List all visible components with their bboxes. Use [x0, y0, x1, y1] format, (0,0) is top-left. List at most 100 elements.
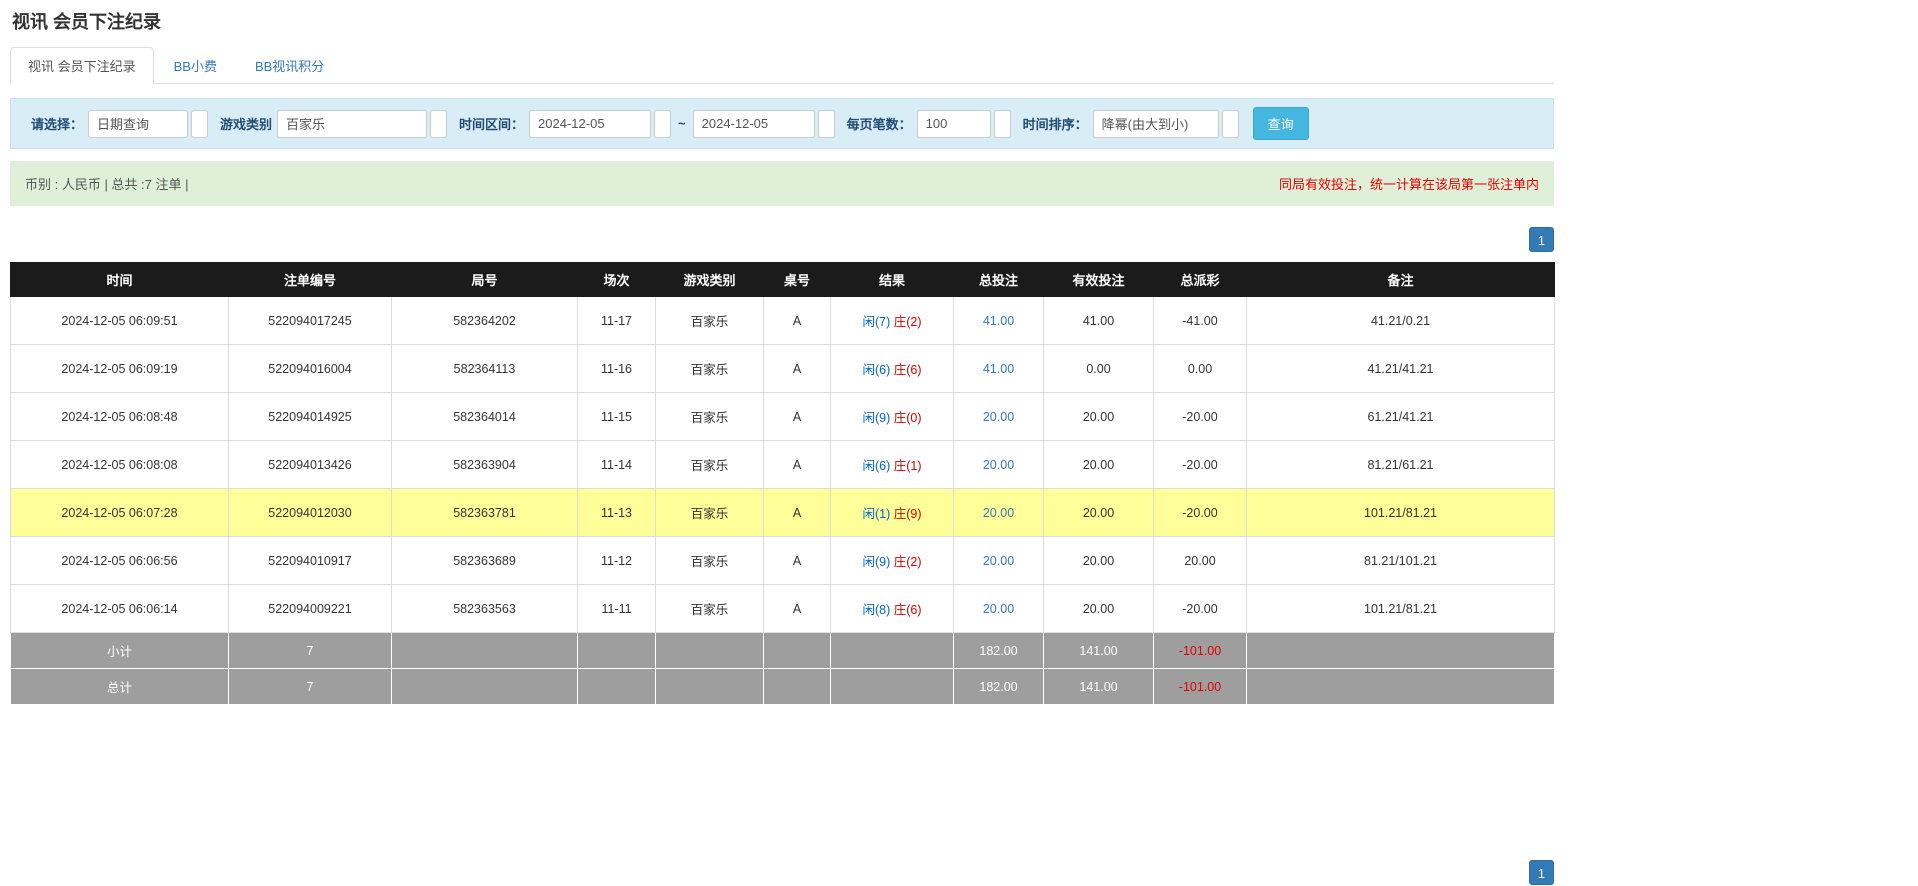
page: 视讯 会员下注纪录 视讯 会员下注纪录 BB小费 BB视讯积分 请选择： 游戏类… [0, 0, 1564, 885]
betting-records-table: 时间 注单编号 局号 场次 游戏类别 桌号 结果 总投注 有效投注 总派彩 备注… [10, 262, 1555, 705]
cell-round-id: 582364113 [392, 345, 578, 393]
col-payout: 总派彩 [1154, 263, 1247, 297]
table-row: 2024-12-05 06:06:56522094010917582363689… [11, 537, 1555, 585]
sort-order-input[interactable] [1093, 110, 1219, 138]
tab-bar: 视讯 会员下注纪录 BB小费 BB视讯积分 [10, 47, 1554, 84]
cell-valid-bet: 20.00 [1044, 441, 1154, 489]
total-bet-link[interactable]: 41.00 [983, 362, 1014, 376]
total-bet-link[interactable]: 20.00 [983, 410, 1014, 424]
cell-result: 闲(6) 庄(1) [831, 441, 954, 489]
cell-time: 2024-12-05 06:09:51 [11, 297, 229, 345]
cell-total-bet: 20.00 [954, 585, 1044, 633]
total-bet-link[interactable]: 20.00 [983, 602, 1014, 616]
summary-currency-count: 币别 : 人民币 | 总共 :7 注单 | [25, 174, 189, 193]
cell-bet-id: 522094016004 [229, 345, 392, 393]
cell-table-no: A [764, 393, 831, 441]
date-to-dropdown-toggle[interactable] [818, 110, 835, 138]
subtotal-count: 7 [229, 633, 392, 669]
date-from-input[interactable] [529, 110, 651, 138]
query-type-label: 请选择： [31, 114, 83, 133]
cell-session: 11-17 [578, 297, 656, 345]
table-body: 2024-12-05 06:09:51522094017245582364202… [11, 297, 1555, 633]
cell-payout: -20.00 [1154, 585, 1247, 633]
col-remark: 备注 [1247, 263, 1555, 297]
empty-cell [392, 669, 578, 705]
total-bet-link[interactable]: 20.00 [983, 458, 1014, 472]
cell-round-id: 582364014 [392, 393, 578, 441]
subtotal-total-bet: 182.00 [954, 633, 1044, 669]
result-player: 闲(6) [862, 459, 890, 473]
total-valid-bet: 141.00 [1044, 669, 1154, 705]
result-player: 闲(7) [862, 315, 890, 329]
page-size-input[interactable] [917, 110, 991, 138]
empty-cell [764, 669, 831, 705]
cell-total-bet: 20.00 [954, 537, 1044, 585]
total-bet-link[interactable]: 20.00 [983, 554, 1014, 568]
date-from-dropdown-toggle[interactable] [654, 110, 671, 138]
cell-valid-bet: 20.00 [1044, 537, 1154, 585]
result-banker: 庄(6) [894, 603, 922, 617]
cell-result: 闲(1) 庄(9) [831, 489, 954, 537]
cell-total-bet: 41.00 [954, 297, 1044, 345]
cell-valid-bet: 20.00 [1044, 585, 1154, 633]
cell-valid-bet: 20.00 [1044, 393, 1154, 441]
cell-bet-id: 522094014925 [229, 393, 392, 441]
cell-result: 闲(6) 庄(6) [831, 345, 954, 393]
cell-round-id: 582363781 [392, 489, 578, 537]
search-button[interactable]: 查询 [1253, 107, 1309, 140]
date-range-separator: ~ [678, 116, 686, 131]
page-1-button-bottom[interactable]: 1 [1529, 860, 1554, 885]
tab-bb-video-points[interactable]: BB视讯积分 [237, 47, 342, 84]
col-table-no: 桌号 [764, 263, 831, 297]
cell-game-type: 百家乐 [656, 393, 764, 441]
col-bet-id: 注单编号 [229, 263, 392, 297]
cell-time: 2024-12-05 06:08:08 [11, 441, 229, 489]
pagination-top: 1 [10, 227, 1554, 252]
col-round-id: 局号 [392, 263, 578, 297]
tab-bb-tips[interactable]: BB小费 [156, 47, 235, 84]
empty-cell [656, 669, 764, 705]
cell-table-no: A [764, 489, 831, 537]
empty-cell [578, 669, 656, 705]
query-type-dropdown-toggle[interactable] [191, 110, 208, 138]
page-size-dropdown-toggle[interactable] [994, 110, 1011, 138]
col-session: 场次 [578, 263, 656, 297]
cell-payout: -41.00 [1154, 297, 1247, 345]
game-type-input[interactable] [277, 110, 427, 138]
date-to-input[interactable] [693, 110, 815, 138]
total-count: 7 [229, 669, 392, 705]
cell-result: 闲(9) 庄(2) [831, 537, 954, 585]
table-header-row: 时间 注单编号 局号 场次 游戏类别 桌号 结果 总投注 有效投注 总派彩 备注 [11, 263, 1555, 297]
empty-cell [578, 633, 656, 669]
game-type-dropdown-toggle[interactable] [430, 110, 447, 138]
total-payout: -101.00 [1154, 669, 1247, 705]
subtotal-label: 小计 [11, 633, 229, 669]
total-row: 总计 7 182.00 141.00 -101.00 [11, 669, 1555, 705]
empty-cell [831, 669, 954, 705]
page-1-button-top[interactable]: 1 [1529, 227, 1554, 252]
tab-betting-records[interactable]: 视讯 会员下注纪录 [10, 47, 154, 84]
cell-game-type: 百家乐 [656, 441, 764, 489]
cell-remark: 41.21/0.21 [1247, 297, 1555, 345]
cell-time: 2024-12-05 06:06:56 [11, 537, 229, 585]
table-row: 2024-12-05 06:07:28522094012030582363781… [11, 489, 1555, 537]
cell-result: 闲(9) 庄(0) [831, 393, 954, 441]
col-time: 时间 [11, 263, 229, 297]
cell-payout: -20.00 [1154, 393, 1247, 441]
cell-round-id: 582363904 [392, 441, 578, 489]
result-player: 闲(8) [862, 603, 890, 617]
filter-bar: 请选择： 游戏类别 时间区间： ~ 每页笔数： 时间排序： 查询 [10, 98, 1554, 149]
pagination-bottom: 1 [10, 860, 1554, 885]
total-bet-link[interactable]: 41.00 [983, 314, 1014, 328]
subtotal-valid-bet: 141.00 [1044, 633, 1154, 669]
query-type-input[interactable] [88, 110, 188, 138]
cell-payout: -20.00 [1154, 441, 1247, 489]
cell-remark: 81.21/61.21 [1247, 441, 1555, 489]
summary-note: 同局有效投注，统一计算在该局第一张注单内 [1279, 174, 1539, 193]
sort-order-dropdown-toggle[interactable] [1222, 110, 1239, 138]
total-bet-link[interactable]: 20.00 [983, 506, 1014, 520]
cell-remark: 41.21/41.21 [1247, 345, 1555, 393]
subtotal-payout: -101.00 [1154, 633, 1247, 669]
cell-time: 2024-12-05 06:06:14 [11, 585, 229, 633]
cell-time: 2024-12-05 06:08:48 [11, 393, 229, 441]
